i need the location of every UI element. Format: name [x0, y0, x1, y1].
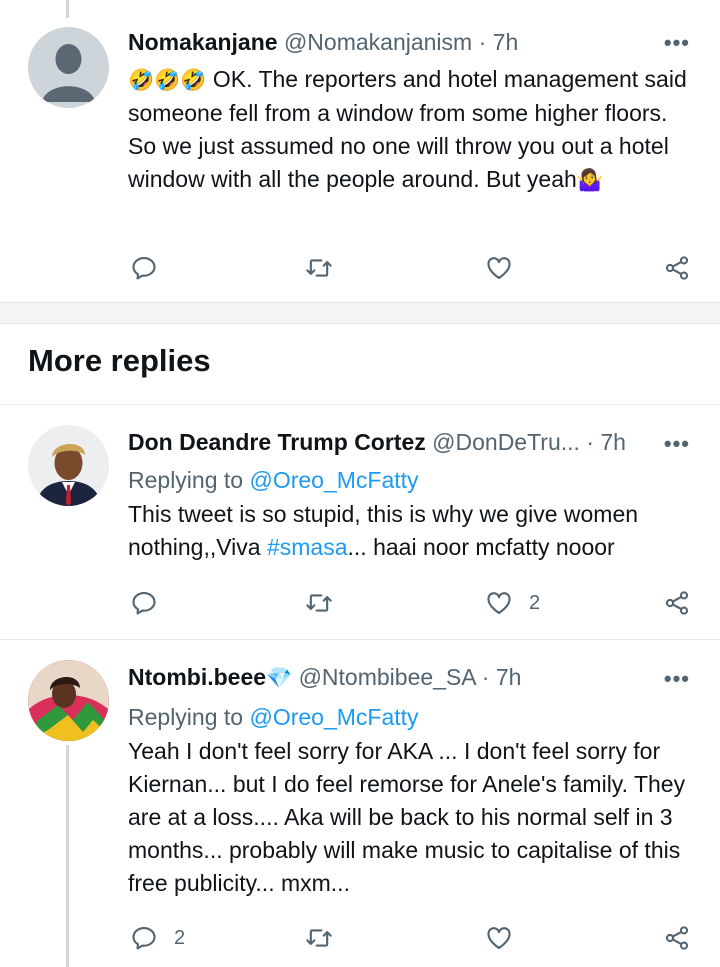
tweet-nomakanjane[interactable]: Nomakanjane @Nomakanjanism · 7h 🤣🤣🤣 OK. …: [0, 0, 720, 300]
retweet-icon: [306, 259, 332, 277]
replying-to: Replying to @Oreo_McFatty: [128, 701, 700, 734]
tweet-text-main: OK. The reporters and hotel management s…: [128, 66, 694, 192]
more-options-icon[interactable]: •••: [664, 666, 690, 692]
user-photo-icon: [28, 660, 109, 741]
like-button[interactable]: [485, 248, 513, 288]
retweet-button[interactable]: [305, 918, 333, 958]
diamond-icon: 💎: [266, 667, 293, 690]
like-button[interactable]: 2: [485, 583, 540, 623]
separator-dot: ·: [586, 429, 594, 455]
like-icon: [487, 927, 511, 949]
like-count: 2: [529, 591, 541, 614]
avatar[interactable]: [28, 27, 109, 108]
section-title-more-replies: More replies: [28, 343, 211, 378]
tweet-header: Nomakanjane @Nomakanjanism · 7h: [128, 27, 700, 57]
share-icon: [665, 256, 689, 280]
timestamp[interactable]: 7h: [496, 664, 522, 690]
separator-dot: ·: [481, 664, 490, 690]
mention-link[interactable]: @Oreo_McFatty: [249, 704, 418, 730]
like-button[interactable]: [485, 918, 513, 958]
share-button[interactable]: [663, 918, 691, 958]
tweet-text: Yeah I don't feel sorry for AKA ... I do…: [128, 738, 692, 896]
reply-button[interactable]: [130, 583, 158, 623]
hashtag-link[interactable]: #smasa: [267, 534, 348, 560]
retweet-icon: [306, 929, 332, 947]
reply-icon: [132, 592, 156, 615]
mention-link[interactable]: @Oreo_McFatty: [249, 467, 418, 493]
user-handle[interactable]: @Ntombibee_SA: [299, 664, 476, 690]
timestamp[interactable]: 7h: [493, 29, 519, 55]
user-photo-icon: [28, 425, 109, 506]
more-options-icon[interactable]: •••: [664, 30, 690, 56]
tweet-actions: 2: [0, 583, 720, 623]
display-name[interactable]: Nomakanjane: [128, 29, 278, 55]
reply-button[interactable]: [130, 248, 158, 288]
replying-to-label: Replying to: [128, 704, 250, 730]
share-button[interactable]: [663, 248, 691, 288]
reply-button[interactable]: 2: [130, 918, 185, 958]
share-icon: [665, 591, 689, 615]
share-icon: [665, 926, 689, 950]
retweet-icon: [306, 594, 332, 612]
avatar[interactable]: [28, 660, 109, 741]
user-handle[interactable]: @DonDeTru...: [432, 429, 580, 455]
reply-count: 2: [174, 926, 186, 949]
reply-icon: [132, 257, 156, 280]
timestamp[interactable]: 7h: [600, 429, 626, 455]
tweet-header: Ntombi.beee💎 @Ntombibee_SA · 7h: [128, 662, 700, 694]
section-separator: [0, 302, 720, 324]
display-name[interactable]: Don Deandre Trump Cortez: [128, 429, 426, 455]
user-handle[interactable]: @Nomakanjanism: [284, 29, 472, 55]
like-icon: [487, 592, 511, 614]
display-name[interactable]: Ntombi.beee: [128, 664, 266, 690]
separator-dot: ·: [478, 29, 487, 55]
avatar[interactable]: [28, 425, 109, 506]
tweet-text: This tweet is so stupid, this is why we …: [128, 498, 700, 564]
more-options-icon[interactable]: •••: [664, 431, 690, 457]
reply-icon: [132, 927, 156, 950]
replying-to: Replying to @Oreo_McFatty: [128, 464, 700, 497]
default-avatar-icon: [28, 27, 109, 108]
replying-to-label: Replying to: [128, 467, 250, 493]
retweet-button[interactable]: [305, 248, 333, 288]
emoji-rofl: 🤣🤣🤣: [128, 69, 207, 92]
tweet-text-part: ... haai noor mcfatty nooor: [347, 534, 615, 560]
emoji-shrug: 🤷‍♀️: [576, 169, 603, 192]
share-button[interactable]: [663, 583, 691, 623]
tweet-actions: [0, 248, 720, 288]
tweet-ntombi-beee[interactable]: Ntombi.beee💎 @Ntombibee_SA · 7h Replying…: [0, 640, 720, 967]
tweet-actions: 2: [0, 918, 720, 958]
like-icon: [487, 257, 511, 279]
tweet-text: 🤣🤣🤣 OK. The reporters and hotel manageme…: [128, 63, 700, 197]
tweet-don-deandre[interactable]: Don Deandre Trump Cortez @DonDeTru... · …: [0, 405, 720, 639]
retweet-button[interactable]: [305, 583, 333, 623]
tweet-header: Don Deandre Trump Cortez @DonDeTru... · …: [128, 427, 700, 457]
